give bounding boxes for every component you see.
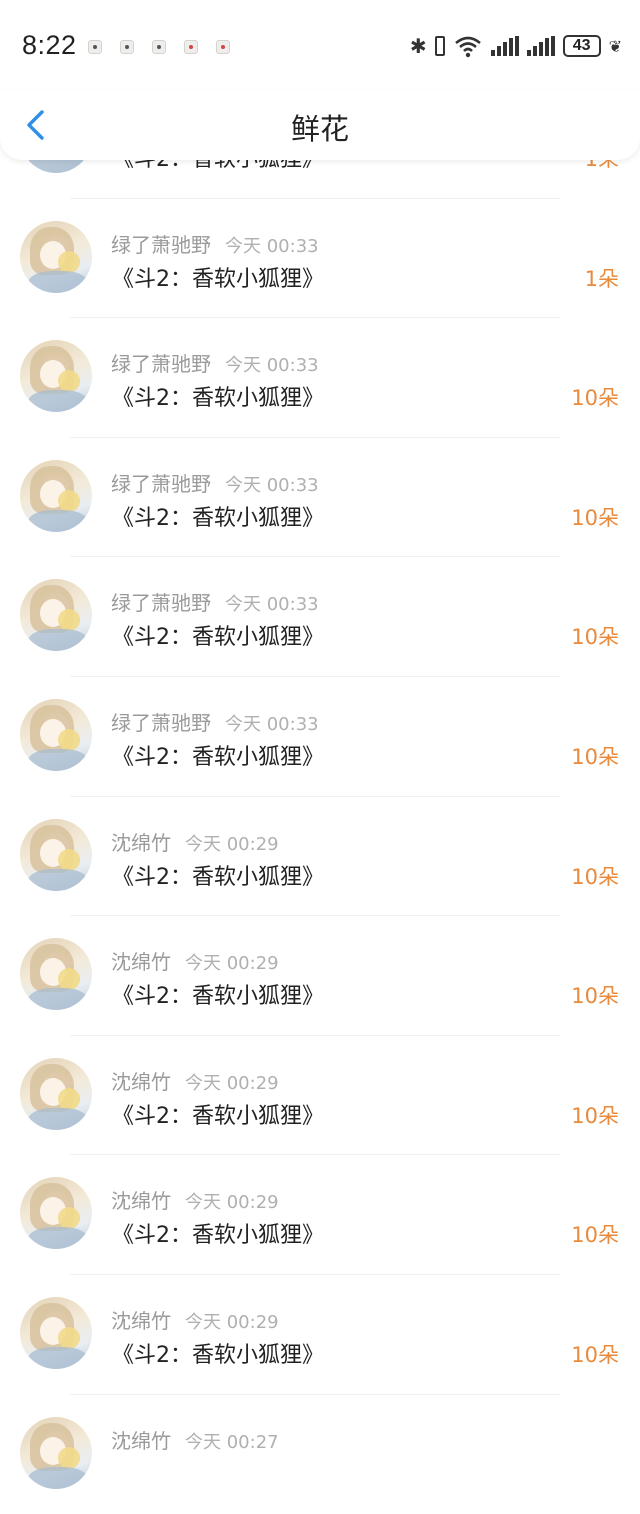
signal-icon [490,36,519,56]
item-meta: 绿了萧驰野 今天 00:33 [111,587,319,616]
item-time: 今天 00:27 [185,1431,279,1453]
user-name[interactable]: 沈绵竹 [111,950,171,974]
wifi-icon [454,36,481,58]
item-meta: 沈绵竹 今天 00:29 [111,946,279,975]
avatar[interactable] [20,1057,92,1130]
avatar[interactable] [20,698,92,771]
avatar[interactable] [20,220,92,293]
item-meta: 绿了萧驰野 今天 00:33 [111,707,319,736]
item-meta: 沈绵竹 今天 00:29 [111,1305,279,1334]
book-title[interactable]: 《斗2：香软小狐狸》 [112,739,324,771]
item-time: 今天 00:29 [185,1311,279,1333]
user-name[interactable]: 沈绵竹 [111,831,171,855]
book-title[interactable]: 《斗2：香软小狐狸》 [112,380,324,412]
flower-count: 10朵 [571,625,619,650]
user-name[interactable]: 沈绵竹 [111,1429,171,1453]
item-meta: 绿了萧驰野 今天 00:33 [111,468,319,497]
flower-count: 10朵 [571,744,619,769]
list-item[interactable]: 沈绵竹 今天 00:29 《斗2：香软小狐狸》 10朵 [0,1155,640,1275]
list-item[interactable]: 沈绵竹 今天 00:29 《斗2：香软小狐狸》 10朵 [0,916,640,1036]
status-time: 8:22 [22,30,77,60]
notification-icon [120,40,134,54]
list-item[interactable]: 沈绵竹 今天 00:27 [0,1395,640,1514]
book-title[interactable]: 《斗2：香软小狐狸》 [112,261,324,293]
avatar[interactable] [20,1416,92,1489]
list-item[interactable]: 沈绵竹 今天 00:29 《斗2：香软小狐狸》 10朵 [0,797,640,917]
book-title[interactable]: 《斗2：香软小狐狸》 [112,1098,324,1130]
bluetooth-icon: ✱ [409,34,427,58]
flower-count: 10朵 [571,1342,619,1367]
book-title[interactable]: 《斗2：香软小狐狸》 [112,1217,324,1249]
item-meta: 沈绵竹 今天 00:27 [111,1425,279,1454]
user-name[interactable]: 绿了萧驰野 [111,352,211,376]
flower-count: 1朵 [584,266,619,291]
user-name[interactable]: 沈绵竹 [111,1309,171,1333]
notification-icon [216,40,230,54]
page-title: 鲜花 [290,112,349,146]
item-time: 今天 00:33 [225,235,319,257]
flower-count: 10朵 [571,1223,619,1248]
vibrate-icon [434,36,445,56]
item-time: 今天 00:33 [225,355,319,377]
flower-count: 10朵 [571,864,619,889]
leaf-icon: ❦ [608,36,622,56]
flower-list: 《斗2：香软小狐狸》 1朵 绿了萧驰野今天 00:33 《斗2：香软小狐狸》 1… [0,79,640,1514]
item-time: 今天 00:29 [185,833,279,855]
list-item[interactable]: 绿了萧驰野 今天 00:33 《斗2：香软小狐狸》 10朵 [0,677,640,797]
list-item[interactable]: 绿了萧驰野 今天 00:33 《斗2：香软小狐狸》 1朵 [0,199,640,319]
user-name[interactable]: 沈绵竹 [111,1070,171,1094]
signal-icon [526,36,555,56]
avatar[interactable] [20,818,92,891]
nav-header: 鲜花 [0,90,640,160]
flower-count: 10朵 [571,1103,619,1128]
list-item[interactable]: 沈绵竹 今天 00:29 《斗2：香软小狐狸》 10朵 [0,1036,640,1156]
avatar[interactable] [20,1177,92,1250]
list-item[interactable]: 绿了萧驰野 今天 00:33 《斗2：香软小狐狸》 10朵 [0,318,640,438]
user-name[interactable]: 绿了萧驰野 [111,233,211,257]
avatar[interactable] [20,459,92,532]
flower-count: 10朵 [571,505,619,530]
battery-icon: 43 [562,35,601,57]
item-meta: 绿了萧驰野 今天 00:33 [111,229,319,258]
status-bar: 8:22 ✱ 43 ❦ [0,0,640,90]
user-name[interactable]: 沈绵竹 [111,1189,171,1213]
item-meta: 沈绵竹 今天 00:29 [111,1066,279,1095]
notification-icons [88,40,230,54]
notification-icon [184,40,198,54]
book-title[interactable]: 《斗2：香软小狐狸》 [112,859,324,891]
notification-icon [88,40,102,54]
item-meta: 沈绵竹 今天 00:29 [111,1185,279,1214]
user-name[interactable]: 绿了萧驰野 [111,591,211,615]
item-time: 今天 00:29 [185,953,279,975]
item-time: 今天 00:33 [225,474,319,496]
book-title[interactable]: 《斗2：香软小狐狸》 [112,619,324,651]
user-name[interactable]: 绿了萧驰野 [111,711,211,735]
book-title[interactable]: 《斗2：香软小狐狸》 [112,978,324,1010]
item-time: 今天 00:33 [225,594,319,616]
avatar[interactable] [20,1296,92,1369]
item-time: 今天 00:29 [185,1072,279,1094]
status-icons: ✱ 43 ❦ [410,34,622,58]
avatar[interactable] [20,340,92,413]
notification-icon [152,40,166,54]
flower-count: 10朵 [571,984,619,1009]
item-meta: 绿了萧驰野 今天 00:33 [111,348,319,377]
book-title[interactable]: 《斗2：香软小狐狸》 [112,1337,324,1369]
list-item[interactable]: 绿了萧驰野 今天 00:33 《斗2：香软小狐狸》 10朵 [0,557,640,677]
flower-count: 10朵 [571,386,619,411]
item-meta: 沈绵竹 今天 00:29 [111,827,279,856]
book-title[interactable]: 《斗2：香软小狐狸》 [112,500,324,532]
list-item[interactable]: 沈绵竹 今天 00:29 《斗2：香软小狐狸》 10朵 [0,1275,640,1395]
user-name[interactable]: 绿了萧驰野 [111,472,211,496]
list-item[interactable]: 绿了萧驰野 今天 00:33 《斗2：香软小狐狸》 10朵 [0,438,640,558]
item-time: 今天 00:29 [185,1192,279,1214]
item-time: 今天 00:33 [225,713,319,735]
avatar[interactable] [20,579,92,652]
avatar[interactable] [20,938,92,1011]
